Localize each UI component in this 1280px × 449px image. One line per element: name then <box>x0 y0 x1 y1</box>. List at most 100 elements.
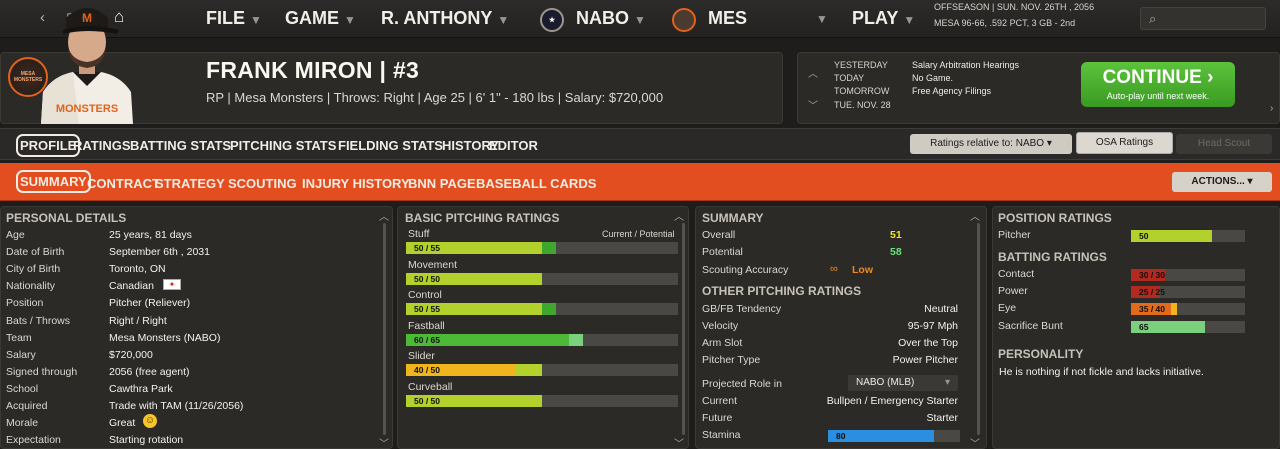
scrollbar[interactable] <box>977 223 980 435</box>
tab-ratings[interactable]: RATINGS <box>73 138 131 153</box>
chevron-up-icon[interactable]: ︿ <box>674 208 684 223</box>
ratings-relative-select[interactable]: Ratings relative to: NABO ▾ <box>910 134 1072 154</box>
menu-game-label: GAME <box>285 8 339 28</box>
head-scout-button[interactable]: Head Scout <box>1176 134 1272 154</box>
velocity-value: 95-97 Mph <box>907 320 958 332</box>
batting-rating-value: 25 / 25 <box>1139 287 1165 298</box>
scrollbar[interactable] <box>682 223 685 435</box>
pitcher-rating-label: Pitcher <box>998 229 1031 241</box>
gbfb-value: Neutral <box>924 303 958 315</box>
pitch-rating-value: 50 / 55 <box>414 243 440 253</box>
tab-fielding-stats[interactable]: FIELDING STATS <box>338 138 443 153</box>
menu-league[interactable]: NABO ▼ <box>576 8 646 29</box>
detail-value: Pitcher (Reliever) <box>109 297 191 310</box>
potential-label: Potential <box>702 246 743 258</box>
ratings-relative-label: Ratings relative to: NABO <box>930 138 1045 149</box>
chevron-down-icon[interactable]: ﹀ <box>808 97 818 112</box>
chevron-up-icon[interactable]: ︿ <box>970 208 980 223</box>
menu-play[interactable]: PLAY ▼ <box>852 8 915 29</box>
menu-team-label: MES <box>708 8 748 28</box>
chevron-down-icon: ▼ <box>344 13 356 27</box>
batting-rating-bar: 25 / 25 <box>1131 286 1245 299</box>
tab-pitching-stats[interactable]: PITCHING STATS <box>230 138 336 153</box>
detail-label: Bats / Throws <box>6 314 70 327</box>
menu-play-label: PLAY <box>852 8 899 28</box>
canada-flag-icon: ✦ <box>163 279 181 290</box>
top-date-line: OFFSEASON | SUN. NOV. 26TH , 2056 <box>934 2 1095 12</box>
pitch-rating-value: 50 / 50 <box>414 273 440 284</box>
tab-scouting[interactable]: SCOUTING <box>228 176 297 191</box>
player-tabs: PROFILE RATINGS BATTING STATS PITCHING S… <box>0 128 1280 160</box>
pitcher-rating-value: 50 <box>1139 231 1149 241</box>
continue-sublabel: Auto-play until next week. <box>1106 91 1210 101</box>
menu-manager[interactable]: R. ANTHONY ▼ <box>381 8 509 29</box>
arm-slot-value: Over the Top <box>898 337 958 349</box>
chevron-down-icon[interactable]: ﹀ <box>379 435 389 449</box>
chevron-down-icon[interactable]: ﹀ <box>970 435 980 449</box>
league-logo-icon: ★ <box>540 8 564 32</box>
batting-rating-bar: 30 / 30 <box>1131 269 1245 281</box>
detail-value: 25 years, 81 days <box>109 229 192 241</box>
osa-ratings-button[interactable]: OSA Ratings <box>1076 132 1173 154</box>
tab-batting-stats[interactable]: BATTING STATS <box>130 138 231 153</box>
tab-profile[interactable]: PROFILE <box>16 134 81 157</box>
batting-rating-label: Power <box>998 285 1028 298</box>
stamina-bar: 80 <box>828 430 960 442</box>
tab-bnn-page[interactable]: BNN PAGE <box>408 176 476 191</box>
panel-title: BASIC PITCHING RATINGS <box>405 211 560 225</box>
future-role-label: Future <box>702 412 733 424</box>
smile-icon: ☺ <box>143 414 157 428</box>
overall-value: 51 <box>890 229 902 241</box>
tab-baseball-cards[interactable]: BASEBALL CARDS <box>476 176 596 191</box>
player-avatar: MONSTERS M <box>33 0 141 124</box>
other-ratings-title: OTHER PITCHING RATINGS <box>702 284 862 298</box>
personality-text: He is nothing if not fickle and lacks in… <box>999 366 1204 378</box>
batting-rating-bar: 35 / 40 <box>1131 303 1245 316</box>
pitch-rating-label: Stuff <box>408 228 430 240</box>
top-bar: ‹ ▯ › ⌂ FILE▼ GAME▼ R. ANTHONY▼ ★ NABO▼ … <box>0 0 1280 38</box>
chevron-down-icon: ▼ <box>903 13 916 27</box>
detail-label: Expectation <box>6 434 61 447</box>
projected-role-select[interactable]: NABO (MLB) ▾ <box>848 375 958 391</box>
schedule-panel: ︿ ﹀ YESTERDAY Salary Arbitration Hearing… <box>797 52 1280 124</box>
tab-contract[interactable]: CONTRACT <box>87 176 160 191</box>
pitch-rating-label: Control <box>408 289 442 301</box>
menu-team[interactable]: MES <box>708 8 747 29</box>
tab-editor[interactable]: EDITOR <box>489 138 538 153</box>
pitch-rating-bar: 40 / 50 <box>406 364 678 376</box>
tab-strategy[interactable]: STRATEGY <box>155 176 225 191</box>
detail-label: Date of Birth <box>6 246 65 259</box>
chevron-up-icon[interactable]: ︿ <box>808 65 818 80</box>
menu-file[interactable]: FILE ▼ <box>206 8 262 29</box>
chevron-up-icon[interactable]: ︿ <box>379 208 389 223</box>
batting-rating-label: Eye <box>998 302 1017 315</box>
tab-injury-history[interactable]: INJURY HISTORY <box>302 176 410 191</box>
overall-label: Overall <box>702 229 736 241</box>
pitcher-type-value: Power Pitcher <box>892 354 958 366</box>
pitch-rating-bar: 50 / 55 <box>406 242 678 254</box>
scrollbar[interactable] <box>383 223 386 435</box>
search-input[interactable]: ⌕ <box>1140 7 1266 30</box>
actions-button[interactable]: ACTIONS... ▾ <box>1172 172 1272 192</box>
record-text: 96-66, .592 PCT, 3 GB - 2nd <box>961 18 1076 28</box>
phase-text: OFFSEASON <box>934 2 990 12</box>
continue-button[interactable]: CONTINUE › Auto-play until next week. <box>1081 62 1235 107</box>
chevron-right-icon[interactable]: › <box>1270 103 1273 114</box>
detail-label: Position <box>6 297 44 310</box>
potential-value: 58 <box>890 246 902 258</box>
tab-summary[interactable]: SUMMARY <box>16 170 91 193</box>
menu-league-label: NABO <box>576 8 629 28</box>
detail-value: Mesa Monsters (NABO) <box>109 331 221 344</box>
chevron-down-icon[interactable]: ﹀ <box>674 435 684 449</box>
chevron-down-icon: ▼ <box>634 13 646 27</box>
detail-value: Starting rotation <box>109 434 184 447</box>
svg-text:MONSTERS: MONSTERS <box>56 103 118 115</box>
pitch-rating-value: 40 / 50 <box>414 365 440 375</box>
menu-game[interactable]: GAME ▼ <box>285 8 356 29</box>
batting-rating-label: Contact <box>998 268 1035 280</box>
projected-role-label: Projected Role in <box>702 378 782 390</box>
panel-title: SUMMARY <box>702 211 764 225</box>
chevron-down-icon: ▼ <box>250 13 262 27</box>
chevron-down-icon[interactable]: ▼ <box>816 12 828 26</box>
detail-label: City of Birth <box>6 263 61 276</box>
